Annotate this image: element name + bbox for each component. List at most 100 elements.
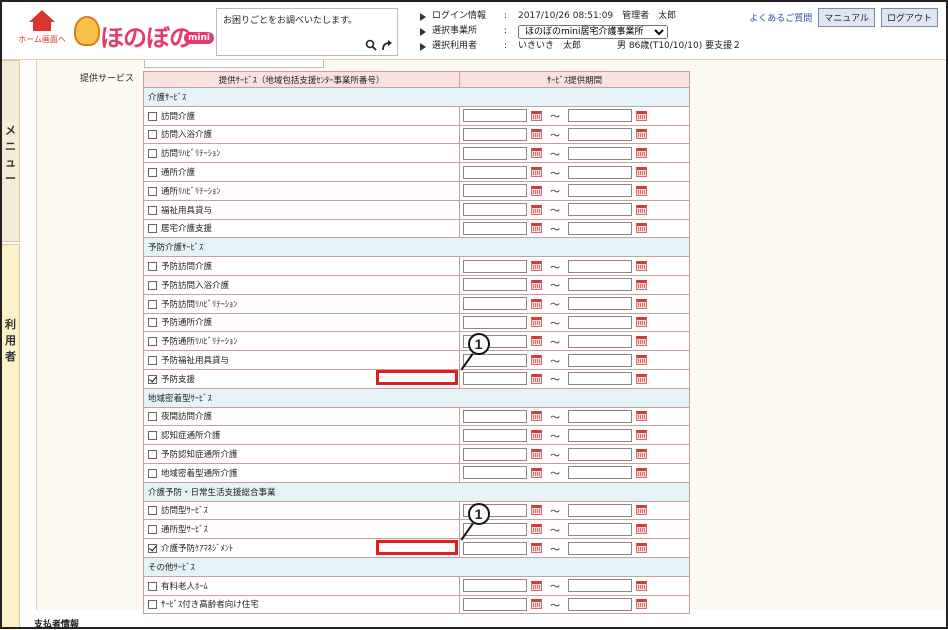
service-checkbox[interactable] bbox=[148, 600, 157, 610]
service-checkbox[interactable] bbox=[148, 280, 157, 290]
search-icon[interactable] bbox=[365, 39, 377, 51]
calendar-icon[interactable] bbox=[636, 373, 647, 384]
end-date-input[interactable] bbox=[568, 221, 632, 235]
end-date-input[interactable] bbox=[568, 184, 632, 198]
start-date-input[interactable] bbox=[463, 109, 527, 123]
start-date-input[interactable] bbox=[463, 146, 527, 160]
calendar-icon[interactable] bbox=[531, 355, 542, 366]
calendar-icon[interactable] bbox=[636, 355, 647, 366]
calendar-icon[interactable] bbox=[636, 279, 647, 290]
end-date-input[interactable] bbox=[568, 165, 632, 179]
end-date-input[interactable] bbox=[568, 259, 632, 273]
end-date-input[interactable] bbox=[568, 372, 632, 386]
service-checkbox[interactable] bbox=[148, 111, 157, 121]
end-date-input[interactable] bbox=[568, 447, 632, 461]
calendar-icon[interactable] bbox=[531, 580, 542, 591]
manual-button[interactable]: マニュアル bbox=[818, 8, 875, 27]
calendar-icon[interactable] bbox=[531, 543, 542, 554]
calendar-icon[interactable] bbox=[531, 298, 542, 309]
calendar-icon[interactable] bbox=[636, 430, 647, 441]
start-date-input[interactable] bbox=[463, 466, 527, 480]
start-date-input[interactable] bbox=[463, 315, 527, 329]
service-checkbox[interactable] bbox=[148, 374, 157, 384]
calendar-icon[interactable] bbox=[636, 317, 647, 328]
start-date-input[interactable] bbox=[463, 409, 527, 423]
calendar-icon[interactable] bbox=[531, 505, 542, 516]
calendar-icon[interactable] bbox=[531, 148, 542, 159]
start-date-input[interactable] bbox=[463, 447, 527, 461]
calendar-icon[interactable] bbox=[636, 411, 647, 422]
calendar-icon[interactable] bbox=[636, 298, 647, 309]
service-checkbox[interactable] bbox=[148, 224, 157, 234]
service-checkbox[interactable] bbox=[148, 337, 157, 347]
service-checkbox[interactable] bbox=[148, 412, 157, 422]
start-date-input[interactable] bbox=[463, 127, 527, 141]
calendar-icon[interactable] bbox=[531, 204, 542, 215]
service-checkbox[interactable] bbox=[148, 581, 157, 591]
start-date-input[interactable] bbox=[463, 372, 527, 386]
calendar-icon[interactable] bbox=[531, 373, 542, 384]
home-button[interactable]: ホーム画面へ bbox=[16, 10, 68, 50]
calendar-icon[interactable] bbox=[531, 317, 542, 328]
calendar-icon[interactable] bbox=[636, 185, 647, 196]
end-date-input[interactable] bbox=[568, 579, 632, 593]
end-date-input[interactable] bbox=[568, 409, 632, 423]
service-checkbox[interactable] bbox=[148, 318, 157, 328]
calendar-icon[interactable] bbox=[531, 449, 542, 460]
service-checkbox[interactable] bbox=[148, 168, 157, 178]
end-date-input[interactable] bbox=[568, 334, 632, 348]
service-checkbox[interactable] bbox=[148, 299, 157, 309]
end-date-input[interactable] bbox=[568, 597, 632, 611]
start-date-input[interactable] bbox=[463, 221, 527, 235]
end-date-input[interactable] bbox=[568, 203, 632, 217]
calendar-icon[interactable] bbox=[636, 467, 647, 478]
start-date-input[interactable] bbox=[463, 278, 527, 292]
service-checkbox[interactable] bbox=[148, 262, 157, 272]
office-select[interactable]: ほのぼのmini居宅介護事業所 bbox=[518, 24, 668, 39]
service-checkbox[interactable] bbox=[148, 544, 157, 554]
end-date-input[interactable] bbox=[568, 109, 632, 123]
faq-link[interactable]: よくあるご質問 bbox=[749, 11, 812, 24]
calendar-icon[interactable] bbox=[636, 599, 647, 610]
calendar-icon[interactable] bbox=[636, 223, 647, 234]
end-date-input[interactable] bbox=[568, 522, 632, 536]
side-tab-user[interactable]: 利用者 bbox=[2, 244, 20, 628]
start-date-input[interactable] bbox=[463, 297, 527, 311]
end-date-input[interactable] bbox=[568, 353, 632, 367]
end-date-input[interactable] bbox=[568, 297, 632, 311]
calendar-icon[interactable] bbox=[636, 129, 647, 140]
end-date-input[interactable] bbox=[568, 428, 632, 442]
start-date-input[interactable] bbox=[463, 184, 527, 198]
calendar-icon[interactable] bbox=[636, 543, 647, 554]
calendar-icon[interactable] bbox=[531, 467, 542, 478]
end-date-input[interactable] bbox=[568, 278, 632, 292]
calendar-icon[interactable] bbox=[636, 336, 647, 347]
calendar-icon[interactable] bbox=[636, 204, 647, 215]
side-tab-menu[interactable]: メニュー bbox=[2, 60, 20, 242]
end-date-input[interactable] bbox=[568, 146, 632, 160]
calendar-icon[interactable] bbox=[531, 261, 542, 272]
start-date-input[interactable] bbox=[463, 579, 527, 593]
start-date-input[interactable] bbox=[463, 428, 527, 442]
calendar-icon[interactable] bbox=[636, 148, 647, 159]
service-checkbox[interactable] bbox=[148, 130, 157, 140]
calendar-icon[interactable] bbox=[636, 261, 647, 272]
start-date-input[interactable] bbox=[463, 597, 527, 611]
calendar-icon[interactable] bbox=[531, 336, 542, 347]
calendar-icon[interactable] bbox=[531, 411, 542, 422]
start-date-input[interactable] bbox=[463, 165, 527, 179]
calendar-icon[interactable] bbox=[531, 430, 542, 441]
service-checkbox[interactable] bbox=[148, 186, 157, 196]
calendar-icon[interactable] bbox=[531, 129, 542, 140]
start-date-input[interactable] bbox=[463, 259, 527, 273]
service-checkbox[interactable] bbox=[148, 468, 157, 478]
end-date-input[interactable] bbox=[568, 315, 632, 329]
end-date-input[interactable] bbox=[568, 503, 632, 517]
service-checkbox[interactable] bbox=[148, 525, 157, 535]
end-date-input[interactable] bbox=[568, 466, 632, 480]
start-date-input[interactable] bbox=[463, 541, 527, 555]
calendar-icon[interactable] bbox=[531, 110, 542, 121]
end-date-input[interactable] bbox=[568, 541, 632, 555]
service-checkbox[interactable] bbox=[148, 149, 157, 159]
logout-button[interactable]: ログアウト bbox=[880, 8, 938, 27]
